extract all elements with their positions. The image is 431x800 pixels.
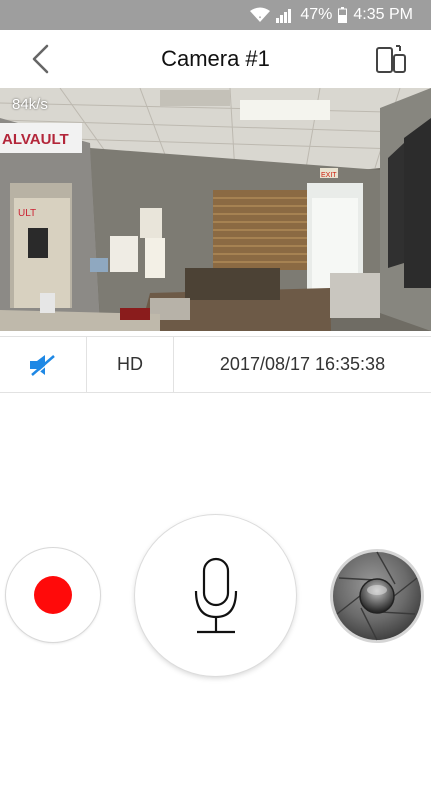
back-button[interactable] [22, 40, 60, 78]
record-button[interactable] [6, 548, 100, 642]
app-header: Camera #1 [0, 30, 431, 88]
office-scene-image: ULT ALVAULT EXIT [0, 88, 431, 331]
camera-shutter-icon [330, 549, 424, 643]
mute-speaker-icon [30, 354, 56, 376]
svg-text:ALVAULT: ALVAULT [2, 131, 69, 148]
wifi-icon [250, 7, 271, 23]
svg-text:ULT: ULT [18, 208, 36, 219]
playback-controls: HD 2017/08/17 16:35:38 [0, 336, 431, 393]
battery-icon [338, 7, 348, 23]
record-icon [34, 576, 72, 614]
quality-toggle[interactable]: HD [87, 337, 174, 392]
status-bar-right: 47% 4:35 PM [250, 0, 413, 30]
signal-icon [276, 7, 294, 23]
talk-button[interactable] [135, 515, 296, 676]
page-title: Camera #1 [161, 46, 270, 71]
status-bar: 47% 4:35 PM [0, 0, 431, 30]
device-switch-icon [376, 45, 406, 73]
chevron-left-icon [32, 44, 49, 74]
clock: 4:35 PM [353, 6, 413, 23]
snapshot-button[interactable] [329, 548, 425, 644]
camera-video-feed[interactable]: ULT ALVAULT EXIT 84k/s [0, 88, 431, 331]
device-switch-button[interactable] [373, 41, 409, 77]
battery-percent: 47% [300, 6, 333, 23]
microphone-icon [194, 557, 237, 633]
svg-text:EXIT: EXIT [321, 172, 337, 179]
mute-button[interactable] [0, 337, 87, 392]
bitrate-label: 84k/s [12, 96, 48, 113]
video-timestamp: 2017/08/17 16:35:38 [219, 354, 386, 374]
